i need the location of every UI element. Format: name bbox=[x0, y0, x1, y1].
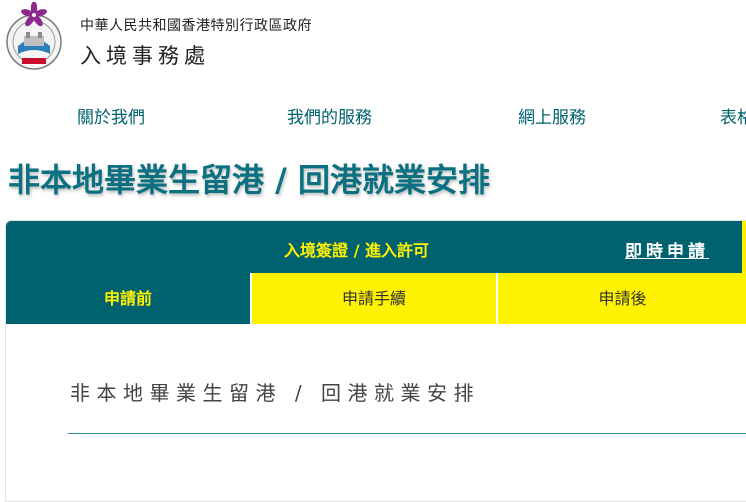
nav-item-forms[interactable]: 表格 bbox=[720, 103, 746, 128]
info-panel: 入境簽證 / 進入許可 即時申請 申請前 申請手續 申請後 非本地畢業生留港 /… bbox=[5, 220, 746, 502]
tab-application-procedure[interactable]: 申請手續 bbox=[252, 273, 496, 324]
department-name: 入境事務處 bbox=[80, 44, 210, 68]
main-nav: 關於我們 我們的服務 網上服務 表格 bbox=[0, 103, 746, 129]
nav-item-our-services[interactable]: 我們的服務 bbox=[287, 103, 372, 128]
page-title: 非本地畢業生留港 / 回港就業安排 bbox=[8, 161, 490, 199]
hksar-emblem-icon[interactable] bbox=[4, 2, 64, 78]
nav-item-about-us[interactable]: 關於我們 bbox=[77, 103, 145, 128]
process-tabs: 申請前 申請手續 申請後 bbox=[6, 273, 746, 324]
nav-item-online-services[interactable]: 網上服務 bbox=[518, 103, 586, 128]
content-divider bbox=[68, 433, 746, 434]
government-name: 中華人民共和國香港特別行政區政府 bbox=[80, 18, 312, 34]
apply-now-link[interactable]: 即時申請 bbox=[625, 237, 709, 262]
header-accent-bar bbox=[742, 221, 746, 273]
tab-after-application[interactable]: 申請後 bbox=[498, 273, 746, 324]
panel-header: 入境簽證 / 進入許可 即時申請 bbox=[6, 221, 746, 273]
content-title: 非本地畢業生留港 / 回港就業安排 bbox=[70, 381, 480, 405]
panel-header-title: 入境簽證 / 進入許可 bbox=[284, 241, 429, 260]
tab-before-application[interactable]: 申請前 bbox=[6, 273, 250, 324]
site-header: 中華人民共和國香港特別行政區政府 入境事務處 bbox=[0, 0, 746, 90]
